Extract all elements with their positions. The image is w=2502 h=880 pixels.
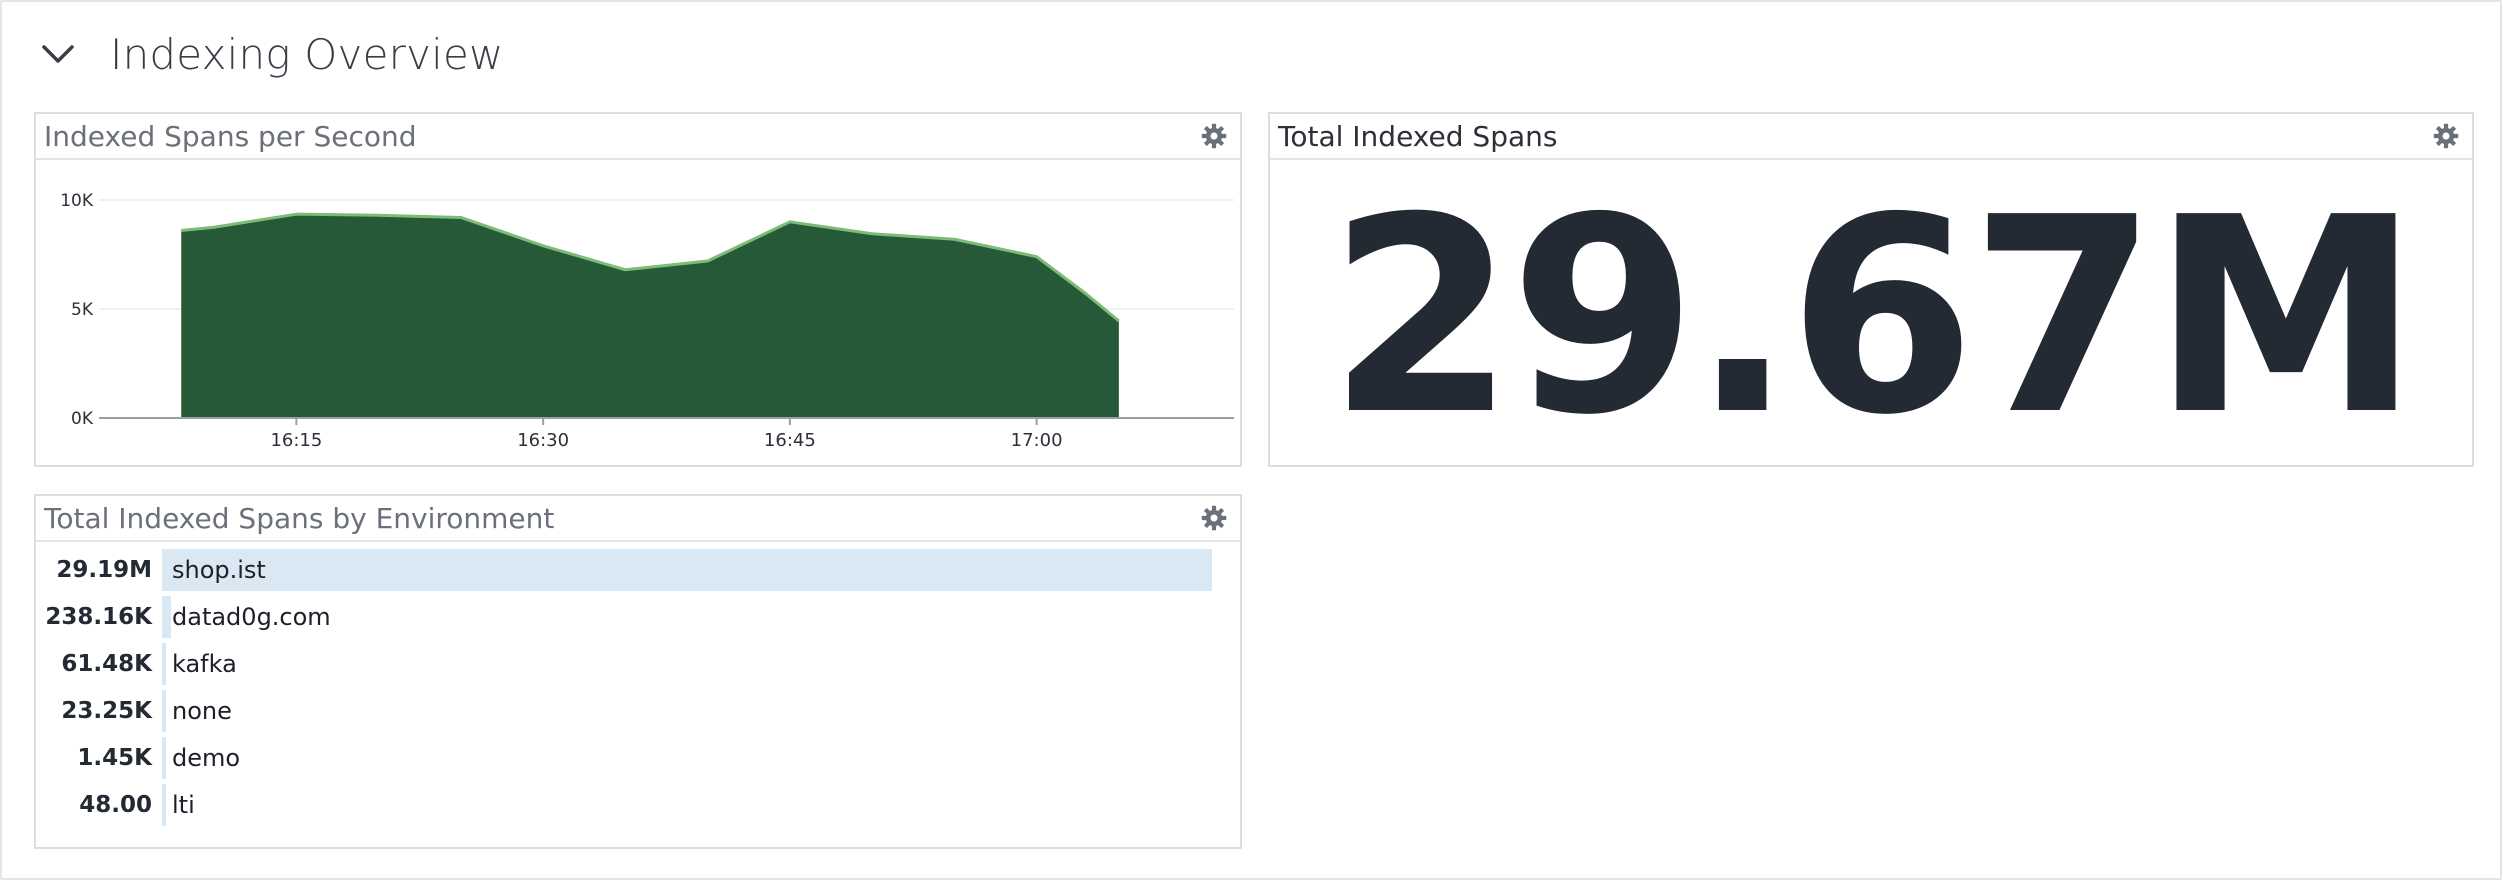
total-indexed-spans-widget: Total Indexed Spans 29.67M: [1268, 112, 2474, 467]
row-value: 48.00: [79, 792, 152, 818]
list-item[interactable]: 48.00 lti: [36, 783, 1240, 827]
row-bar: [162, 596, 171, 638]
widget-title: Total Indexed Spans: [1278, 119, 1558, 153]
row-bar: [162, 784, 166, 826]
row-label: datad0g.com: [172, 603, 331, 631]
row-label: shop.ist: [172, 556, 266, 584]
row-value: 29.19M: [56, 557, 152, 583]
widget-title: Total Indexed Spans by Environment: [44, 501, 555, 535]
list-item[interactable]: 29.19M shop.ist: [36, 548, 1240, 592]
widget-header: Total Indexed Spans: [1270, 114, 2472, 160]
row-label: lti: [172, 791, 195, 819]
list-item[interactable]: 61.48K kafka: [36, 642, 1240, 686]
list-item[interactable]: 1.45K demo: [36, 736, 1240, 780]
widget-title: Indexed Spans per Second: [44, 119, 417, 153]
row-value: 238.16K: [45, 604, 152, 630]
spans-by-environment-widget: Total Indexed Spans by Environment 29.19…: [34, 494, 1242, 849]
gear-icon[interactable]: [2432, 122, 2460, 150]
widget-header: Indexed Spans per Second: [36, 114, 1240, 160]
total-indexed-spans-value: 29.67M: [1327, 158, 2421, 474]
list-item[interactable]: 23.25K none: [36, 689, 1240, 733]
widget-header: Total Indexed Spans by Environment: [36, 496, 1240, 542]
row-label: kafka: [172, 650, 237, 678]
x-tick-label: 16:45: [764, 430, 816, 451]
row-bar: [162, 737, 166, 779]
row-label: demo: [172, 744, 241, 772]
row-bar: [162, 643, 166, 685]
dashboard-section: Indexing Overview Indexed Spans per Seco…: [0, 0, 2502, 880]
x-tick-label: 16:15: [270, 430, 322, 451]
row-label: none: [172, 697, 232, 725]
section-header[interactable]: Indexing Overview: [34, 22, 504, 86]
y-tick-label: 5K: [71, 300, 94, 320]
y-tick-label: 10K: [60, 191, 94, 211]
x-tick-label: 17:00: [1011, 430, 1063, 451]
row-value: 61.48K: [61, 651, 152, 677]
y-tick-label: 0K: [71, 409, 94, 429]
section-title: Indexing Overview: [110, 29, 504, 79]
gear-icon[interactable]: [1200, 122, 1228, 150]
chevron-down-icon[interactable]: [34, 30, 82, 78]
row-bar: [162, 690, 166, 732]
row-bar: [162, 549, 1212, 591]
x-tick-label: 16:30: [517, 430, 569, 451]
gear-icon[interactable]: [1200, 504, 1228, 532]
row-value: 1.45K: [77, 745, 152, 771]
spans-per-second-chart[interactable]: 0K 5K 10K 16:15 16:30 16:45 17:00: [36, 160, 1240, 465]
spans-per-second-widget: Indexed Spans per Second 0K 5K 10K 16:15 16:…: [34, 112, 1242, 467]
row-value: 23.25K: [61, 698, 152, 724]
list-item[interactable]: 238.16K datad0g.com: [36, 595, 1240, 639]
